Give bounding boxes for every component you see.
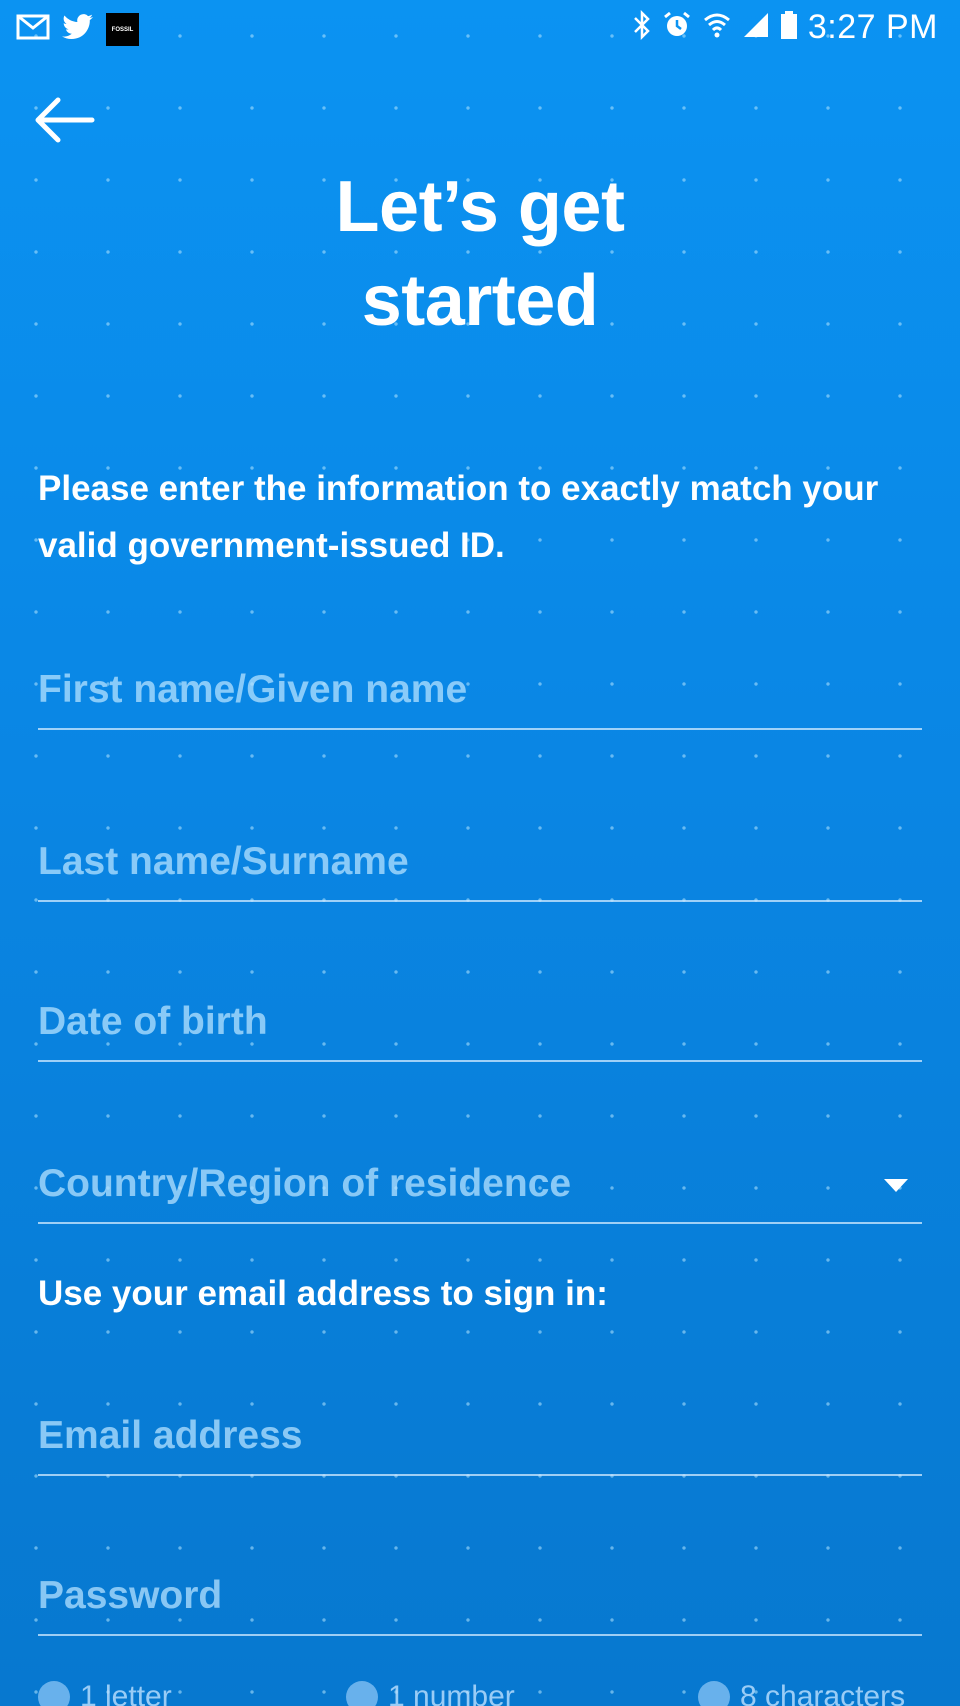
requirement-label: 8 characters — [740, 1680, 906, 1706]
last-name-placeholder: Last name/Surname — [38, 840, 409, 883]
date-of-birth-placeholder: Date of birth — [38, 1000, 268, 1043]
check-circle-icon — [346, 1681, 378, 1706]
caret-down-icon[interactable] — [884, 1179, 908, 1192]
first-name-field[interactable]: First name/Given name — [38, 640, 922, 730]
alarm-icon — [662, 10, 692, 45]
wifi-icon — [702, 10, 732, 45]
page-title: Let’s get started — [335, 167, 625, 341]
first-name-placeholder: First name/Given name — [38, 668, 468, 711]
arrow-left-icon — [35, 97, 95, 143]
status-bar: FOSSIL 3:27 PM — [0, 0, 960, 58]
status-bar-right: 3:27 PM — [632, 8, 938, 47]
email-icon — [16, 12, 50, 47]
signup-screen: FOSSIL 3:27 PM Let’s get started Please … — [0, 0, 960, 1706]
last-name-field[interactable]: Last name/Surname — [38, 812, 922, 902]
twitter-icon — [62, 13, 94, 46]
status-bar-left: FOSSIL — [16, 12, 139, 47]
bluetooth-icon — [632, 9, 652, 45]
status-time: 3:27 PM — [807, 8, 938, 46]
password-placeholder: Password — [38, 1574, 223, 1617]
email-placeholder: Email address — [38, 1414, 303, 1457]
email-field[interactable]: Email address — [38, 1386, 922, 1476]
requirement-number: 1 number — [346, 1680, 515, 1706]
country-select[interactable]: Country/Region of residence — [38, 1134, 922, 1224]
requirement-label: 1 letter — [80, 1680, 172, 1706]
password-requirements: 1 letter 1 number 8 characters — [38, 1680, 922, 1706]
check-circle-icon — [38, 1681, 70, 1706]
intro-text: Please enter the information to exactly … — [38, 469, 879, 565]
back-button[interactable] — [30, 92, 96, 148]
date-of-birth-field[interactable]: Date of birth — [38, 972, 922, 1062]
country-placeholder: Country/Region of residence — [38, 1162, 572, 1205]
fossil-icon: FOSSIL — [106, 13, 139, 46]
battery-icon — [780, 10, 798, 45]
check-circle-icon — [698, 1681, 730, 1706]
password-field[interactable]: Password — [38, 1546, 922, 1636]
email-section-label: Use your email address to sign in: — [38, 1274, 608, 1313]
requirement-letter: 1 letter — [38, 1680, 172, 1706]
requirement-label: 1 number — [388, 1680, 515, 1706]
signal-icon — [742, 11, 770, 44]
requirement-characters: 8 characters — [698, 1680, 905, 1706]
